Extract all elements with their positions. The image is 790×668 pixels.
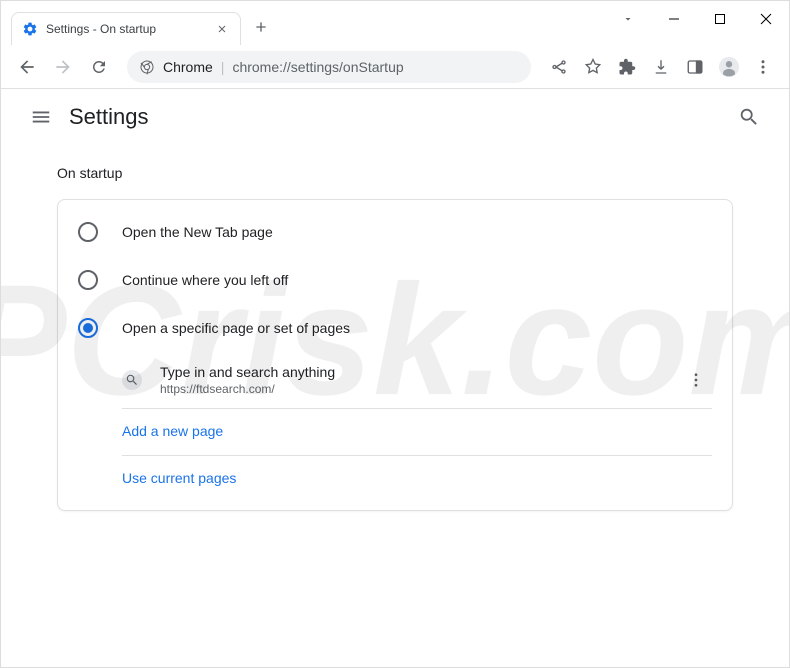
radio-specific[interactable]: Open a specific page or set of pages <box>58 304 732 352</box>
more-options-icon[interactable] <box>680 364 712 396</box>
page-entry-title: Type in and search anything <box>160 364 662 380</box>
radio-icon <box>78 222 98 242</box>
toolbar: Chrome | chrome://settings/onStartup <box>1 45 789 89</box>
address-bar[interactable]: Chrome | chrome://settings/onStartup <box>127 51 531 83</box>
settings-appbar: Settings <box>1 89 789 145</box>
hamburger-icon[interactable] <box>21 97 61 137</box>
page-entry-url: https://ftdsearch.com/ <box>160 382 662 396</box>
minimize-button[interactable] <box>651 1 697 37</box>
download-icon[interactable] <box>645 51 677 83</box>
share-icon[interactable] <box>543 51 575 83</box>
close-window-button[interactable] <box>743 1 789 37</box>
forward-button <box>47 51 79 83</box>
profile-icon[interactable] <box>713 51 745 83</box>
radio-new-tab[interactable]: Open the New Tab page <box>58 208 732 256</box>
add-page-link[interactable]: Add a new page <box>122 423 223 439</box>
radio-label: Open a specific page or set of pages <box>122 320 350 336</box>
omnibox-label: Chrome <box>163 59 213 75</box>
close-icon[interactable] <box>214 21 230 37</box>
back-button[interactable] <box>11 51 43 83</box>
maximize-button[interactable] <box>697 1 743 37</box>
titlebar: Settings - On startup <box>1 1 789 45</box>
omnibox-url: chrome://settings/onStartup <box>232 59 403 75</box>
page-title: Settings <box>69 104 149 130</box>
section-title: On startup <box>57 165 733 181</box>
search-icon[interactable] <box>729 97 769 137</box>
menu-icon[interactable] <box>747 51 779 83</box>
reload-button[interactable] <box>83 51 115 83</box>
extensions-icon[interactable] <box>611 51 643 83</box>
tab-title: Settings - On startup <box>46 22 206 36</box>
window-controls <box>605 1 789 37</box>
radio-icon <box>78 270 98 290</box>
radio-continue[interactable]: Continue where you left off <box>58 256 732 304</box>
content-area: On startup Open the New Tab page Continu… <box>1 145 789 531</box>
chrome-icon <box>139 59 155 75</box>
startup-card: Open the New Tab page Continue where you… <box>57 199 733 511</box>
bookmark-icon[interactable] <box>577 51 609 83</box>
startup-page-entry: Type in and search anything https://ftds… <box>58 352 732 408</box>
radio-label: Continue where you left off <box>122 272 288 288</box>
new-tab-button[interactable] <box>247 13 275 41</box>
gear-icon <box>22 21 38 37</box>
separator: | <box>221 59 225 75</box>
sidepanel-icon[interactable] <box>679 51 711 83</box>
tab-search-button[interactable] <box>605 1 651 37</box>
use-current-link[interactable]: Use current pages <box>122 470 236 486</box>
search-icon <box>122 370 142 390</box>
radio-icon <box>78 318 98 338</box>
radio-label: Open the New Tab page <box>122 224 273 240</box>
browser-tab[interactable]: Settings - On startup <box>11 12 241 45</box>
